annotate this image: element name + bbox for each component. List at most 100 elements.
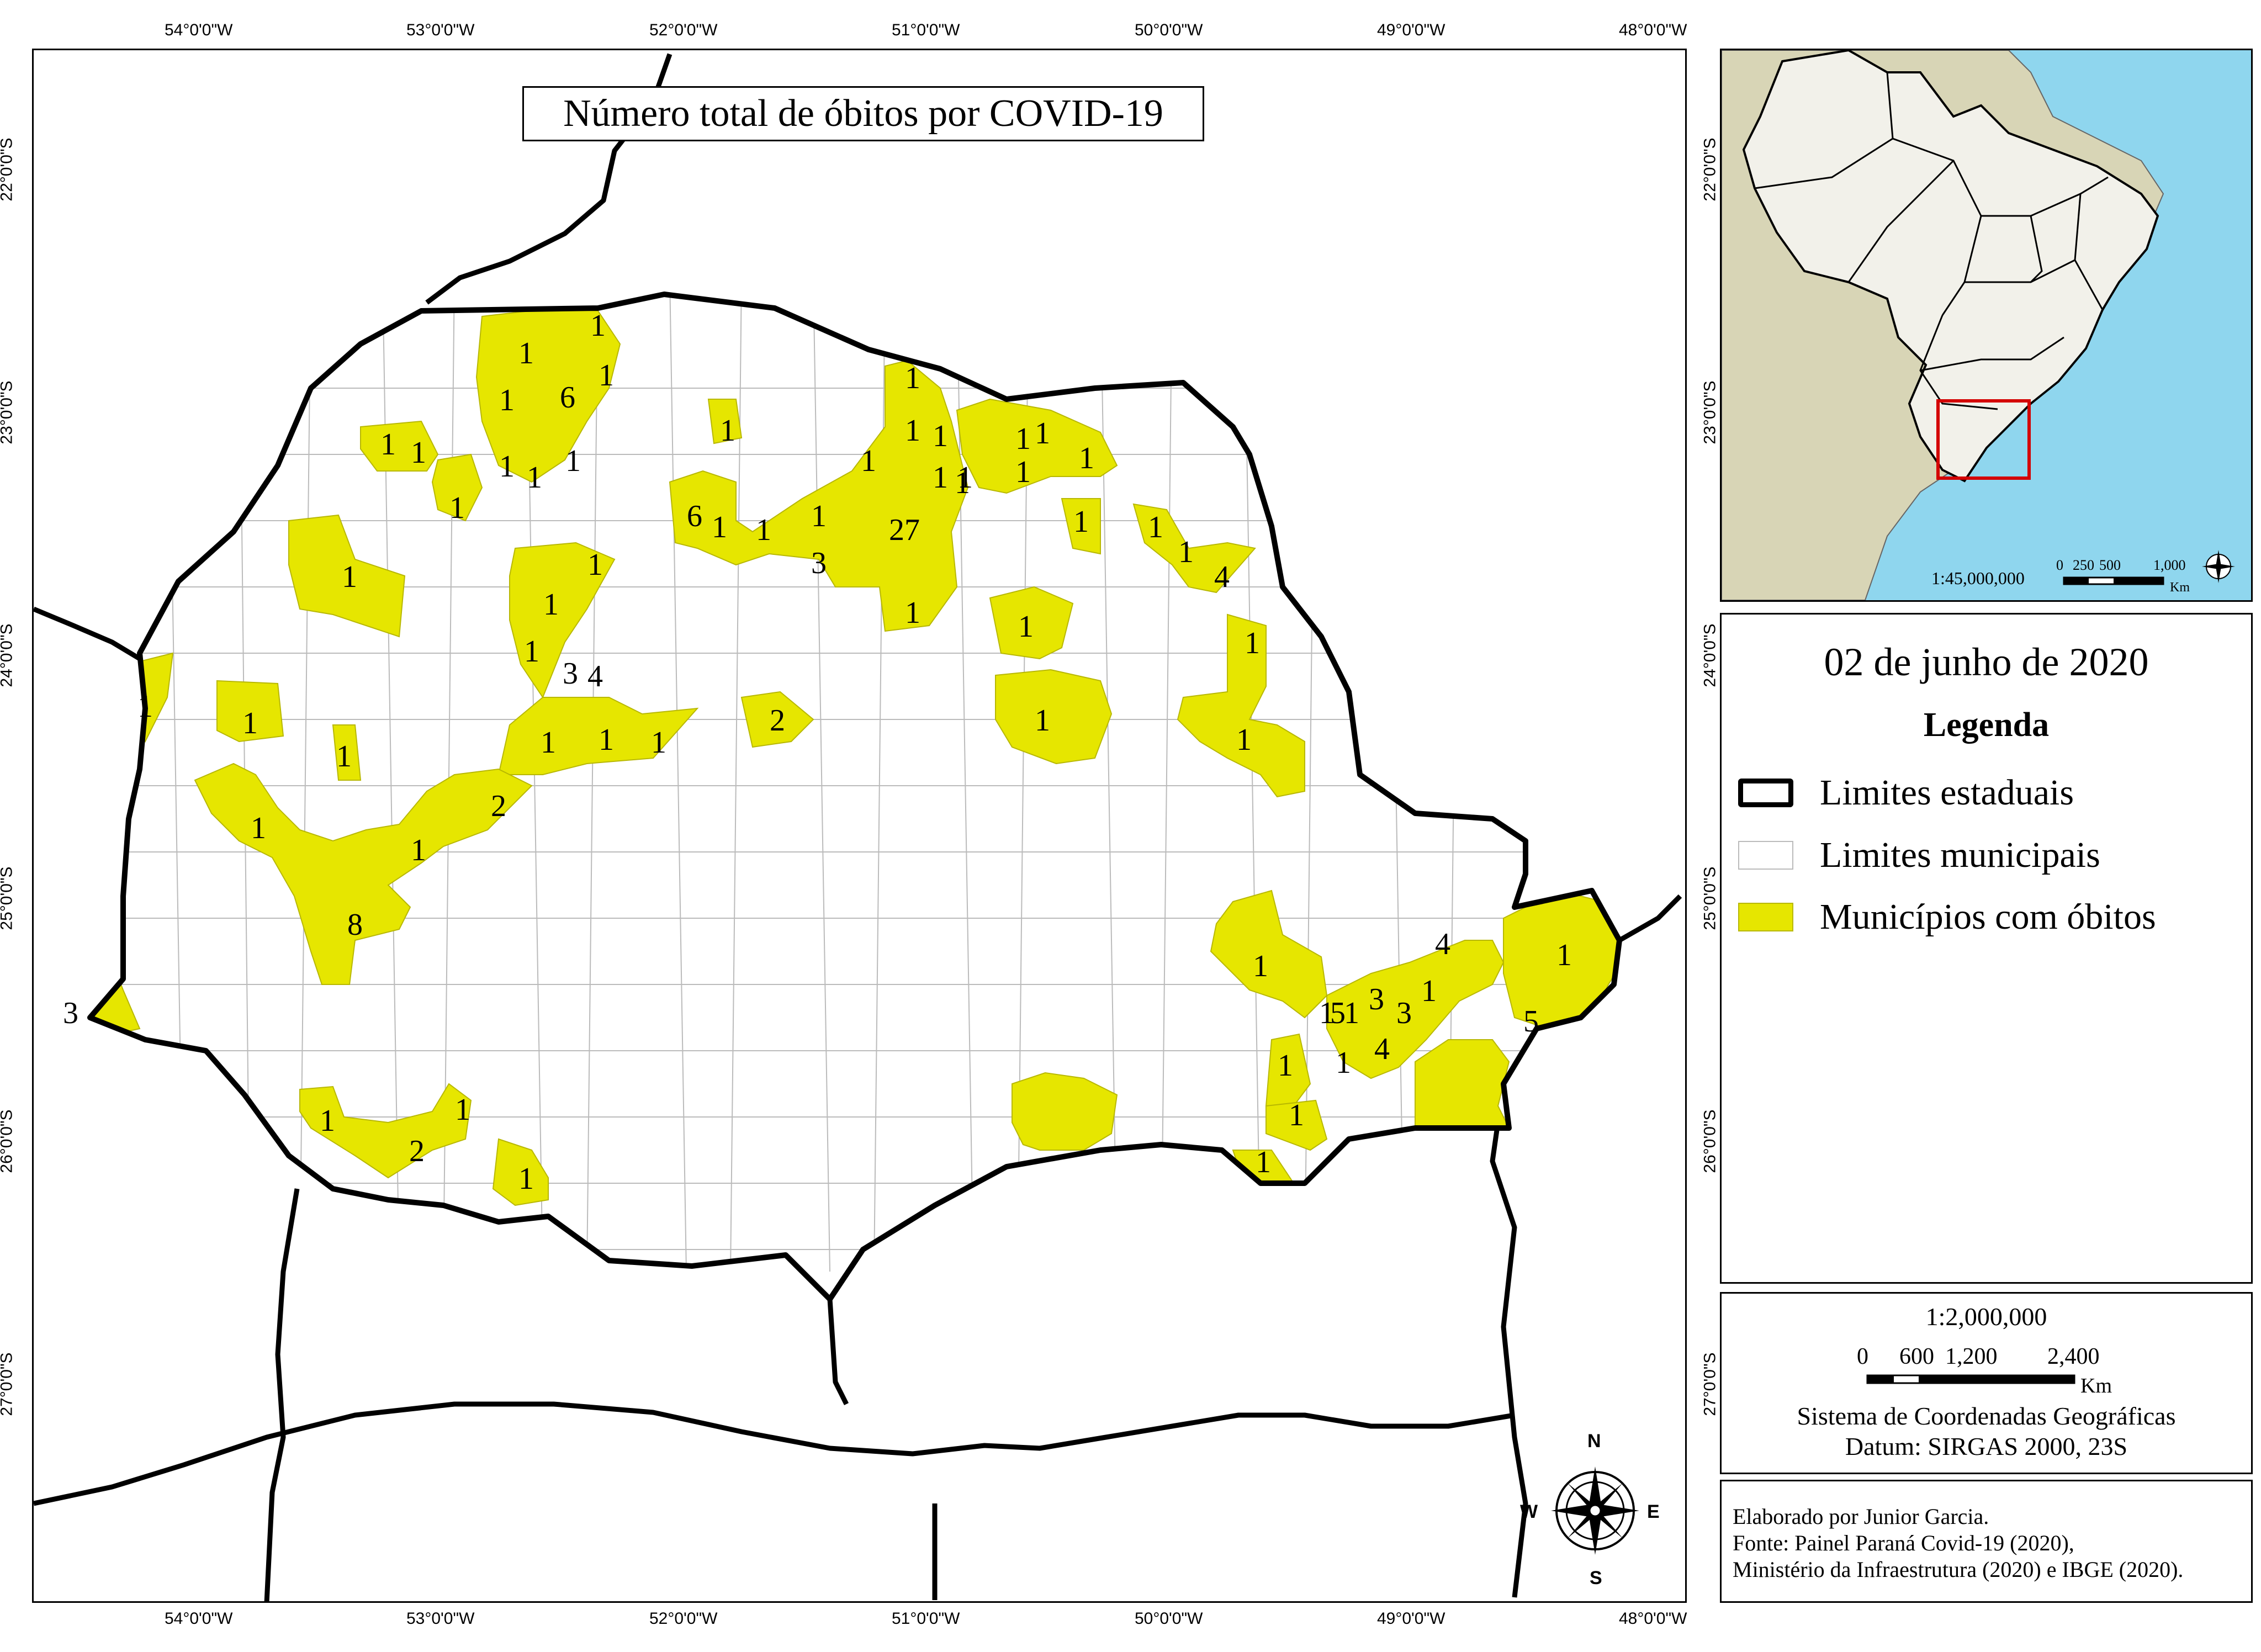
death-count-label: 5: [1523, 1004, 1539, 1039]
inset-scale-ratio: 1:45,000,000: [1931, 568, 2025, 588]
death-count-label: 1: [720, 414, 735, 448]
east-label: E: [1647, 1501, 1660, 1522]
lon-tick-bottom: 48°0'0"W: [1619, 1609, 1687, 1628]
death-count-label: 1: [1344, 996, 1359, 1030]
lon-tick-top: 48°0'0"W: [1619, 21, 1687, 39]
death-count-label: 1: [651, 726, 666, 760]
lon-tick-bottom: 52°0'0"W: [649, 1609, 718, 1628]
death-count-label: 2: [409, 1134, 425, 1168]
lat-tick-left: 26°0'0"S: [0, 1109, 16, 1173]
lon-tick-top: 52°0'0"W: [649, 21, 718, 39]
inset-scale-tick: 1,000: [2153, 557, 2186, 573]
death-count-label: 1: [499, 449, 515, 484]
death-count-label: 1: [1035, 416, 1050, 451]
death-count-label: 27: [889, 513, 920, 547]
death-count-label: 1: [455, 1093, 470, 1127]
death-count-label: 1: [1015, 455, 1031, 489]
credits-panel: Elaborado por Junior Garcia. Fonte: Pain…: [1720, 1480, 2253, 1603]
lon-tick-top: 54°0'0"W: [165, 21, 233, 39]
death-count-label: 4: [1435, 927, 1450, 961]
legend-heading: Legenda: [1923, 706, 2050, 744]
lat-tick-right: 24°0'0"S: [1701, 623, 1719, 687]
inset-scale-tick: 250: [2073, 557, 2094, 573]
lon-tick-bottom: 54°0'0"W: [165, 1609, 233, 1628]
death-count-label: 1: [861, 444, 876, 478]
legend-item-municipal-limits: Limites municipais: [1738, 834, 2100, 876]
inset-scale-bar: [2063, 576, 2164, 585]
scale-unit: Km: [2080, 1374, 2112, 1397]
death-count-label: 1: [1278, 1049, 1293, 1083]
death-count-label: 1: [449, 491, 465, 525]
yellow-fill-swatch: [1738, 903, 1793, 931]
lon-tick-bottom: 51°0'0"W: [892, 1609, 960, 1628]
lat-tick-left: 23°0'0"S: [0, 380, 16, 444]
death-count-label: 5: [1330, 996, 1346, 1030]
south-america-inset: [1722, 50, 2235, 600]
death-count-label: 1: [380, 427, 396, 462]
lat-tick-right: 27°0'0"S: [1701, 1352, 1719, 1416]
death-count-label: 1: [336, 739, 352, 774]
death-count-label: 3: [63, 996, 78, 1030]
death-count-label: 2: [770, 703, 785, 738]
lon-tick-top: 51°0'0"W: [892, 21, 960, 39]
death-count-label: 4: [587, 659, 603, 693]
death-count-label: 6: [560, 380, 575, 415]
death-count-label: 8: [347, 908, 363, 942]
legend-panel: 02 de junho de 2020 Legenda Limites esta…: [1720, 613, 2253, 1284]
compass-rose-icon: [2202, 550, 2235, 583]
parana-map: 111 611 1 11 11111 11111 11116 1 1 1327 1 111 111431…: [34, 53, 1682, 1601]
lat-tick-right: 26°0'0"S: [1701, 1109, 1719, 1173]
death-count-label: 3: [811, 546, 827, 580]
death-count-label: 1: [1336, 1046, 1351, 1080]
death-count-label: 1: [1035, 703, 1050, 738]
death-count-label: 1: [933, 419, 948, 453]
lon-tick-top: 49°0'0"W: [1377, 21, 1445, 39]
lat-tick-right: 22°0'0"S: [1701, 137, 1719, 202]
death-count-label: 1: [524, 634, 539, 669]
death-count-label: 1: [905, 596, 920, 630]
scale-tick: 600: [1899, 1344, 1934, 1369]
death-count-label: 1: [527, 460, 542, 495]
death-count-label: 1: [905, 361, 920, 395]
scale-panel: 1:2,000,000 0 600 1,200 2,400 Km Sistema…: [1720, 1292, 2253, 1474]
death-count-label: 1: [587, 548, 603, 582]
death-count-label: 1: [320, 1104, 335, 1138]
lat-tick-left: 24°0'0"S: [0, 623, 16, 687]
scale-ratio: 1:2,000,000: [1925, 1302, 2047, 1331]
death-count-label: 1: [1556, 938, 1572, 972]
death-count-label: 1: [1079, 441, 1094, 475]
death-count-label: 1: [905, 414, 920, 448]
death-count-label: 1: [543, 587, 559, 622]
death-count-label: 1: [1245, 626, 1260, 660]
scale-tick: 1,200: [1945, 1344, 1998, 1369]
death-count-label: 1: [712, 510, 727, 544]
death-count-label: 1: [251, 811, 266, 845]
death-count-label: 1: [137, 690, 153, 724]
death-count-label: 1: [1253, 949, 1268, 983]
death-count-label: 1: [342, 560, 357, 594]
death-count-label: 1: [499, 383, 515, 417]
main-map-frame: 1 1 1 6 1 1 1 1 1 1 1 1 1 1 1 1 1 1 1 1 1 1 1 6 1 1 1 3 27 1 1 1 1 1 1 1 4 3 1…: [32, 49, 1687, 1603]
thin-border-swatch: [1738, 841, 1793, 870]
death-count-label: 1: [1178, 535, 1194, 569]
map-date: 02 de junho de 2020: [1824, 640, 2149, 684]
death-count-label: 1: [518, 1162, 534, 1196]
scale-tick: 0: [1857, 1344, 1868, 1369]
south-label: S: [1590, 1568, 1602, 1589]
inset-scale-tick: 0: [2056, 557, 2063, 573]
lon-tick-bottom: 53°0'0"W: [406, 1609, 475, 1628]
scale-bar: [1866, 1374, 2075, 1384]
death-count-label: 1: [541, 726, 556, 760]
lon-tick-bottom: 49°0'0"W: [1377, 1609, 1445, 1628]
death-count-label: 1: [1015, 422, 1031, 456]
death-count-label: 1: [590, 309, 606, 343]
death-count-label: 1: [411, 436, 426, 470]
death-count-label: 1: [756, 513, 771, 547]
lon-tick-top: 53°0'0"W: [406, 21, 475, 39]
death-count-label: 1: [565, 444, 581, 478]
death-count-label: 1: [1256, 1145, 1271, 1179]
death-count-label: 1: [933, 460, 948, 495]
death-count-label: 1: [811, 499, 827, 533]
credit-author: Elaborado por Junior Garcia.: [1733, 1504, 1989, 1529]
crs-datum: Datum: SIRGAS 2000, 23S: [1845, 1432, 2128, 1460]
